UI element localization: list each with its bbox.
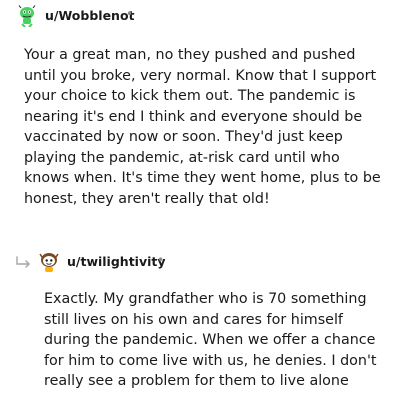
- comment-body: Your a great man, no they pushed and pus…: [24, 47, 381, 207]
- comment-header: u/twilightivity •: [0, 246, 400, 280]
- separator-dot: •: [157, 253, 165, 267]
- comment: u/Wobblenot • Your a great man, no they …: [0, 0, 400, 207]
- separator-dot: •: [126, 7, 134, 21]
- comment-reply: u/twilightivity • Exactly. My grandfathe…: [0, 246, 400, 389]
- snoo-avatar-icon[interactable]: [38, 251, 60, 273]
- username[interactable]: u/twilightivity: [67, 254, 166, 269]
- snoo-avatar-icon[interactable]: [16, 5, 38, 27]
- username[interactable]: u/Wobblenot: [45, 8, 135, 23]
- comment-header: u/Wobblenot •: [0, 0, 400, 34]
- reply-arrow-icon: [16, 256, 30, 268]
- comment-body: Exactly. My grandfather who is 70 someth…: [44, 291, 377, 389]
